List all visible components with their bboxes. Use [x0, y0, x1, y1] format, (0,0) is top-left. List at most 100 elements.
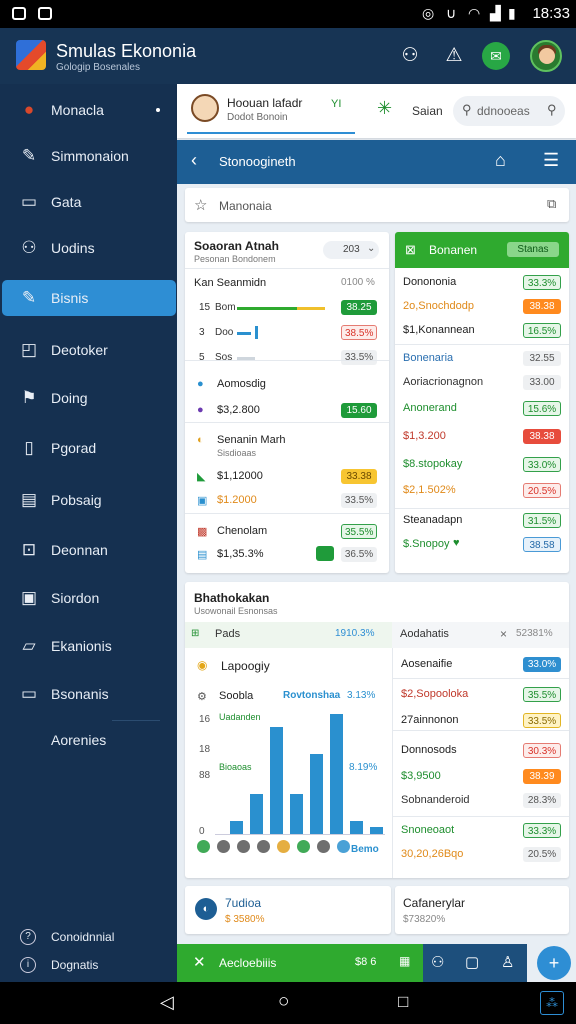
- right-row-pill: 38.38: [523, 299, 561, 314]
- notification-icon: [12, 7, 26, 20]
- chat-icon[interactable]: ✉: [482, 42, 510, 70]
- item-icon: ●: [197, 378, 204, 390]
- panel-right-header: ⊠ Bonanen Stanas: [395, 232, 569, 268]
- tab-pads-value: 1910.3%: [335, 628, 375, 639]
- box-icon: ◰: [20, 340, 38, 359]
- gear-icon: ⚙: [197, 691, 207, 703]
- axis-tick-label: 88: [199, 770, 211, 781]
- status-badge[interactable]: Stanas: [507, 242, 559, 257]
- close-icon[interactable]: ×: [500, 627, 507, 641]
- analytics-row-pill: 30.3%: [523, 743, 561, 758]
- search-doc-icon: ⊡: [21, 540, 37, 559]
- window-icon[interactable]: ▢: [465, 953, 479, 971]
- profile-badge: YI: [331, 98, 342, 110]
- panel-left-title: Soaoran Atnah: [194, 239, 279, 253]
- back-icon[interactable]: ‹: [191, 150, 197, 171]
- right-row-pill: 15.6%: [523, 401, 561, 416]
- back-nav-icon[interactable]: ◁: [160, 992, 174, 1013]
- sidebar-item-label: Pgorad: [51, 440, 97, 456]
- doc-icon: ▯: [24, 438, 34, 457]
- sidebar-item-13[interactable]: Aorenies: [2, 722, 176, 758]
- heart-icon: ♥: [453, 537, 460, 549]
- analytics-row-pill: 33.0%: [523, 657, 561, 672]
- stats-icon: ⊠: [405, 242, 416, 257]
- axis-icon: [237, 840, 250, 853]
- section-bar: ‹ Stonoogineth ⌂ ☰: [177, 140, 576, 184]
- panel-left: Soaoran Atnah Pesonan Bondonem 203 ⌄ Kan…: [185, 232, 389, 573]
- item-icon: ◣: [197, 471, 206, 483]
- panel-right-title: Bonanen: [429, 243, 478, 257]
- right-row-label: $2,1.502%: [403, 484, 456, 496]
- sidebar-item-2[interactable]: ▭ Gata: [2, 184, 176, 220]
- tab-pads-label: Pads: [215, 628, 241, 640]
- home-icon[interactable]: ⌂: [495, 150, 506, 171]
- profile-header: Hoouan lafadr Dodot Bonoin YI ✳ Saian ⚲ …: [177, 84, 576, 138]
- tab-aodahatis[interactable]: Aodahatis × 52381%: [392, 622, 569, 648]
- user-icon[interactable]: ♙: [501, 953, 514, 971]
- divider: [185, 422, 389, 423]
- year-select[interactable]: 203 ⌄: [323, 241, 379, 259]
- usb-icon: ∪: [446, 5, 457, 21]
- people-icon[interactable]: ⚇: [431, 953, 444, 971]
- divider: [392, 730, 569, 731]
- divider: [185, 360, 389, 361]
- sidebar-item-7[interactable]: ▯ Pgorad: [2, 430, 176, 466]
- sidebar-footer-0[interactable]: ? Conoidnnial: [0, 926, 177, 950]
- analytics-row-label: $3,9500: [401, 770, 441, 782]
- user-icon[interactable]: ⚇: [396, 42, 424, 70]
- item-pill: 33.38: [341, 469, 377, 484]
- system-nav-bar: ◁ ○ □ ⁂: [0, 982, 576, 1024]
- right-row-pill: 38.58: [523, 537, 561, 552]
- star-icon[interactable]: ☆: [194, 196, 207, 214]
- sparkle-icon[interactable]: ✳: [377, 98, 392, 119]
- recents-nav-icon[interactable]: □: [398, 992, 408, 1012]
- sidebar-item-12[interactable]: ▭ Bsonanis: [2, 676, 176, 712]
- home-nav-icon[interactable]: ○: [278, 991, 289, 1013]
- bottom-card-left[interactable]: ◐ 7udioa $ 3580%: [185, 886, 391, 934]
- fab-add-button[interactable]: +: [537, 946, 571, 980]
- folder-icon: ▱: [22, 636, 36, 655]
- sidebar-item-0[interactable]: ● Monacla: [2, 92, 176, 128]
- ball-icon: ●: [23, 100, 35, 119]
- legend-2: Uadanden: [219, 712, 261, 722]
- profile-avatar[interactable]: [191, 94, 219, 122]
- sidebar-item-label: Bisnis: [51, 290, 89, 306]
- item-label: Sisdioaas: [217, 448, 257, 458]
- chart-bar: [310, 754, 323, 834]
- right-row-label: $1,3.200: [403, 430, 446, 442]
- sidebar-item-11[interactable]: ▱ Ekanionis: [2, 628, 176, 664]
- analytics-row-label: Snoneoaot: [401, 824, 455, 836]
- sidebar-item-6[interactable]: ⚑ Doing: [2, 380, 176, 416]
- tab-pads[interactable]: ⊞ Pads 1910.3%: [185, 622, 392, 648]
- profile-name: Hoouan lafadr: [227, 96, 303, 110]
- section-value: 0100 %: [341, 277, 375, 288]
- chart-link[interactable]: Bemo: [351, 844, 379, 855]
- sidebar-item-8[interactable]: ▤ Pobsaig: [2, 482, 176, 518]
- search-button[interactable]: Saian: [412, 104, 443, 118]
- menu-icon[interactable]: ☰: [543, 150, 559, 171]
- sidebar-item-label: Uodins: [51, 240, 95, 256]
- document-icon: ▭: [20, 192, 38, 211]
- filter-row[interactable]: ☆ Manonaia ⧉: [185, 188, 569, 222]
- action-bar[interactable]: ✕ Aecloebiiis $8 6 ▦: [177, 944, 423, 982]
- bottom-card-left-value: $ 3580%: [225, 914, 265, 925]
- row-pill: 38.25: [341, 300, 377, 315]
- user-avatar[interactable]: [530, 40, 562, 72]
- edit-icon[interactable]: ⧉: [547, 196, 556, 212]
- sidebar-item-4[interactable]: ✎ Bisnis: [2, 280, 176, 316]
- cash-icon: [316, 546, 334, 561]
- sidebar-footer-1[interactable]: i Dognatis: [0, 954, 177, 978]
- app-logo: [16, 40, 46, 70]
- chart-bar: [290, 794, 303, 834]
- search-input[interactable]: ⚲ ddnooeas ⚲: [453, 96, 565, 126]
- sidebar-item-10[interactable]: ▣ Siordon: [2, 580, 176, 616]
- bottom-card-right[interactable]: Cafanerylar $73820%: [395, 886, 569, 934]
- sidebar-item-9[interactable]: ⊡ Deonnan: [2, 532, 176, 568]
- sidebar-item-5[interactable]: ◰ Deotoker: [2, 332, 176, 368]
- chart-heading: Lapoogiy: [221, 659, 270, 673]
- sidebar-item-3[interactable]: ⚇ Uodins: [2, 230, 176, 266]
- assistant-icon[interactable]: ⁂: [540, 991, 564, 1015]
- notification-bell-icon[interactable]: ⚠: [440, 42, 468, 70]
- sidebar-item-1[interactable]: ✎ Simmonaion: [2, 138, 176, 174]
- analytics-row-pill: 28.3%: [523, 793, 561, 808]
